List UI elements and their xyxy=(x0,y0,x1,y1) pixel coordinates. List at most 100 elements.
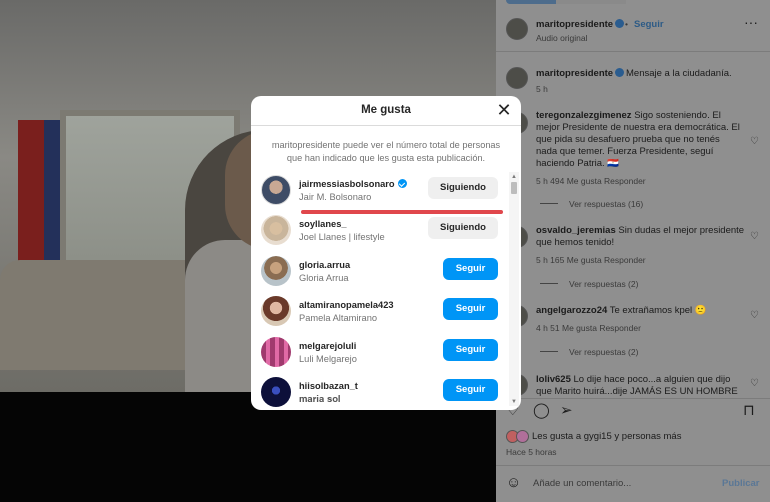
avatar[interactable] xyxy=(261,337,291,367)
caption-time: 5 h xyxy=(536,84,548,94)
list-item: soyllanes_ Joel Llanes | lifestyle Sigui… xyxy=(251,212,509,252)
like-heart-icon[interactable]: ♡ xyxy=(750,310,759,321)
follow-button[interactable]: Seguir xyxy=(443,258,498,280)
full-name: Pamela Altamirano xyxy=(299,313,378,323)
comment-line: haciendo Patria. 🇵🇾 xyxy=(536,158,620,169)
list-item: altamiranopamela423 Pamela Altamirano Se… xyxy=(251,293,509,333)
modal-title: Me gusta xyxy=(361,104,411,116)
comment-author[interactable]: osvaldo_jeremias xyxy=(536,225,616,236)
username[interactable]: hiisolbazan_t xyxy=(299,381,358,391)
share-icon[interactable]: ➢ xyxy=(560,401,573,419)
comment-body: angelgarozzo24 Te extrañamos kpel 🙁 xyxy=(536,305,748,317)
avatar[interactable] xyxy=(261,377,291,407)
comment-line: mejor Presidente de nuestra era democrát… xyxy=(536,122,740,133)
username-text: jairmessiasbolsonaro xyxy=(299,179,395,189)
likes-modal: Me gusta ✕ maritopresidente puede ver el… xyxy=(251,96,521,410)
highlight-underline xyxy=(301,210,503,214)
username[interactable]: soyllanes_ xyxy=(299,219,347,229)
list-item: gloria.arrua Gloria Arrua Seguir xyxy=(251,253,509,293)
comment-line: nada que temer. Fuerza Presidente, seguí xyxy=(536,146,714,157)
list-item: melgarejoluli Luli Melgarejo Seguir xyxy=(251,334,509,374)
avatar[interactable] xyxy=(261,175,291,205)
avatar[interactable] xyxy=(506,18,528,40)
avatar[interactable] xyxy=(506,67,528,89)
comment-bar: ☺ Añade un comentario... Publicar xyxy=(496,465,770,502)
full-name: Luli Melgarejo xyxy=(299,354,357,364)
avatar xyxy=(516,430,529,443)
comment-line: que pida su desafuero prueba que no tené… xyxy=(536,134,720,145)
full-name: Jair M. Bolsonaro xyxy=(299,192,372,202)
divider xyxy=(540,203,558,204)
modal-header: Me gusta ✕ xyxy=(251,96,521,126)
view-replies-link[interactable]: Ver respuestas (2) xyxy=(569,347,638,357)
comment-author[interactable]: angelgarozzo24 xyxy=(536,305,607,316)
post-author-name: maritopresidente xyxy=(536,19,614,30)
divider xyxy=(540,351,558,352)
post-author[interactable]: maritopresidente xyxy=(536,19,625,30)
username[interactable]: gloria.arrua xyxy=(299,260,350,270)
username[interactable]: jairmessiasbolsonaro xyxy=(299,179,407,189)
comment-line: Te extrañamos kpel 🙁 xyxy=(609,305,707,316)
verified-icon xyxy=(397,179,407,188)
username[interactable]: altamiranopamela423 xyxy=(299,300,394,310)
post-time: Hace 5 horas xyxy=(506,447,557,457)
full-name: 𝐦𝐚𝐫𝐢𝐚 𝐬𝐨𝐥 xyxy=(299,394,341,405)
view-replies-link[interactable]: Ver respuestas (16) xyxy=(569,199,643,209)
avatar[interactable] xyxy=(261,296,291,326)
like-heart-icon[interactable]: ♡ xyxy=(750,378,759,389)
following-button[interactable]: Siguiendo xyxy=(428,177,498,199)
divider xyxy=(540,283,558,284)
modal-description: maritopresidente puede ver el número tot… xyxy=(271,140,501,163)
post-header: maritopresidente • Seguir Audio original… xyxy=(496,10,770,52)
likes-summary[interactable]: Les gusta a gygi15 y personas más xyxy=(532,431,681,443)
avatar[interactable] xyxy=(261,215,291,245)
list-item: hiisolbazan_t 𝐦𝐚𝐫𝐢𝐚 𝐬𝐨𝐥 Seguir xyxy=(251,374,509,410)
like-heart-icon[interactable]: ♡ xyxy=(750,136,759,147)
publish-button[interactable]: Publicar xyxy=(722,478,760,489)
more-horizontal-icon[interactable]: ··· xyxy=(744,14,758,30)
emoji-icon[interactable]: ☺ xyxy=(506,474,521,491)
comment-line: Sigo sosteniendo. El xyxy=(634,110,721,121)
caption-author[interactable]: maritopresidente xyxy=(536,68,625,79)
bookmark-icon[interactable]: ⊓ xyxy=(743,401,755,419)
username[interactable]: melgarejoluli xyxy=(299,341,356,351)
comment-meta[interactable]: 5 h 494 Me gusta Responder xyxy=(536,176,646,186)
comment-line: Lo dije hace poco...a alguien que dijo xyxy=(573,374,731,385)
comment-author[interactable]: teregonzalezgimenez xyxy=(536,110,632,121)
comment-body: loliv625 Lo dije hace poco...a alguien q… xyxy=(536,374,748,398)
view-replies-link[interactable]: Ver respuestas (2) xyxy=(569,279,638,289)
comment-meta[interactable]: 5 h 165 Me gusta Responder xyxy=(536,255,646,265)
caption-text: Mensaje a la ciudadanía. xyxy=(626,68,732,79)
follow-button[interactable]: Seguir xyxy=(443,379,498,401)
caption-author-name: maritopresidente xyxy=(536,68,614,79)
close-icon[interactable]: ✕ xyxy=(496,100,512,120)
list-item: jairmessiasbolsonaro Jair M. Bolsonaro S… xyxy=(251,172,509,212)
comments-panel: maritopresidente • Seguir Audio original… xyxy=(496,0,770,502)
comment-input[interactable]: Añade un comentario... xyxy=(533,478,631,489)
comment-line: Sin dudas el mejor presidente xyxy=(618,225,745,236)
comment-body: osvaldo_jeremias Sin dudas el mejor pres… xyxy=(536,225,748,249)
scrollbar-thumb[interactable] xyxy=(511,182,517,194)
full-name: Joel Llanes | lifestyle xyxy=(299,232,385,242)
full-name: Gloria Arrua xyxy=(299,273,349,283)
comment-line: que Marito huirá...dije JAMÁS ES UN HOMB… xyxy=(536,386,738,397)
comment-author[interactable]: loliv625 xyxy=(536,374,571,385)
verified-icon xyxy=(615,19,625,28)
like-heart-icon[interactable]: ♡ xyxy=(750,231,759,242)
comment-line: que hemos tenido! xyxy=(536,237,615,248)
scroll-down-arrow-icon[interactable]: ▼ xyxy=(509,398,519,406)
scroll-up-arrow-icon[interactable]: ▲ xyxy=(509,173,519,181)
following-button[interactable]: Siguiendo xyxy=(428,217,498,239)
follow-button[interactable]: Seguir xyxy=(443,339,498,361)
avatar[interactable] xyxy=(261,256,291,286)
likes-list[interactable]: jairmessiasbolsonaro Jair M. Bolsonaro S… xyxy=(251,172,521,410)
scrollbar[interactable] xyxy=(509,172,519,406)
follow-button[interactable]: Seguir xyxy=(634,19,664,30)
audio-label[interactable]: Audio original xyxy=(536,33,588,43)
verified-icon xyxy=(615,68,625,77)
comment-icon[interactable]: ◯ xyxy=(533,401,550,419)
comment-body: teregonzalezgimenez Sigo sosteniendo. El… xyxy=(536,110,748,170)
comment-meta[interactable]: 4 h 51 Me gusta Responder xyxy=(536,323,641,333)
top-button[interactable] xyxy=(556,0,626,4)
follow-button[interactable]: Seguir xyxy=(443,298,498,320)
